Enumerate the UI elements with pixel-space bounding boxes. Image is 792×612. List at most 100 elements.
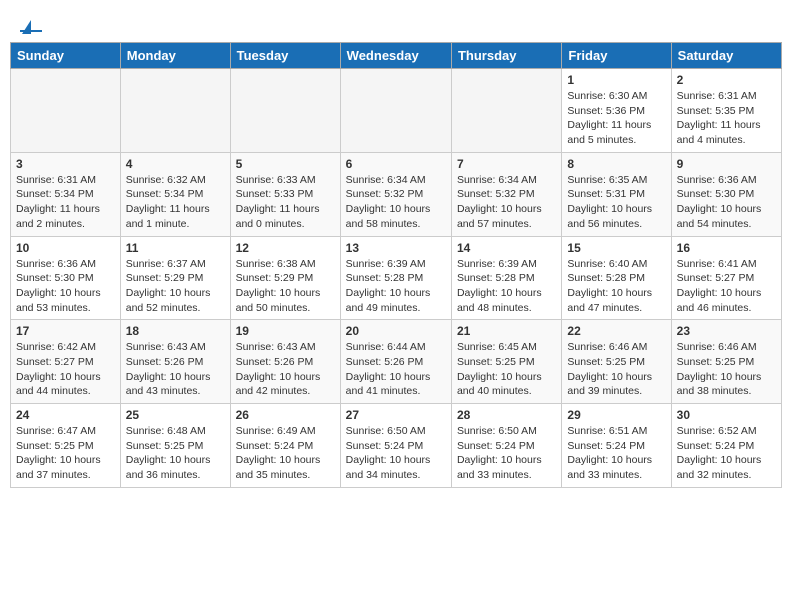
day-number: 15 xyxy=(567,241,665,255)
calendar-cell: 18 Sunrise: 6:43 AMSunset: 5:26 PMDayligh… xyxy=(120,320,230,404)
weekday-header-wednesday: Wednesday xyxy=(340,43,451,69)
day-number: 5 xyxy=(236,157,335,171)
day-info: Sunrise: 6:40 AMSunset: 5:28 PMDaylight:… xyxy=(567,257,665,316)
day-number: 18 xyxy=(126,324,225,338)
weekday-header-tuesday: Tuesday xyxy=(230,43,340,69)
weekday-header-row: SundayMondayTuesdayWednesdayThursdayFrid… xyxy=(11,43,782,69)
day-info: Sunrise: 6:44 AMSunset: 5:26 PMDaylight:… xyxy=(346,340,446,399)
calendar-cell: 14 Sunrise: 6:39 AMSunset: 5:28 PMDayligh… xyxy=(451,236,561,320)
day-info: Sunrise: 6:41 AMSunset: 5:27 PMDaylight:… xyxy=(677,257,776,316)
day-info: Sunrise: 6:33 AMSunset: 5:33 PMDaylight:… xyxy=(236,173,335,232)
day-number: 16 xyxy=(677,241,776,255)
weekday-header-saturday: Saturday xyxy=(671,43,781,69)
day-number: 29 xyxy=(567,408,665,422)
calendar-cell: 19Sunrise: 6:43 AMSunset: 5:26 PMDayligh… xyxy=(230,320,340,404)
day-info: Sunrise: 6:34 AMSunset: 5:32 PMDaylight:… xyxy=(457,173,556,232)
day-number: 24 xyxy=(16,408,115,422)
day-info: Sunrise: 6:52 AMSunset: 5:24 PMDaylight:… xyxy=(677,424,776,483)
day-info: Sunrise: 6:37 AMSunset: 5:29 PMDaylight:… xyxy=(126,257,225,316)
calendar-cell: 27 Sunrise: 6:50 AMSunset: 5:24 PMDayligh… xyxy=(340,404,451,488)
calendar-cell: 6 Sunrise: 6:34 AMSunset: 5:32 PMDaylight… xyxy=(340,152,451,236)
calendar-cell: 26 Sunrise: 6:49 AMSunset: 5:24 PMDayligh… xyxy=(230,404,340,488)
calendar-cell: 5 Sunrise: 6:33 AMSunset: 5:33 PMDaylight… xyxy=(230,152,340,236)
calendar-cell: 29 Sunrise: 6:51 AMSunset: 5:24 PMDayligh… xyxy=(562,404,671,488)
day-info: Sunrise: 6:32 AMSunset: 5:34 PMDaylight:… xyxy=(126,173,225,232)
day-number: 4 xyxy=(126,157,225,171)
day-info: Sunrise: 6:43 AMSunset: 5:26 PMDaylight:… xyxy=(126,340,225,399)
calendar-cell: 24 Sunrise: 6:47 AMSunset: 5:25 PMDayligh… xyxy=(11,404,121,488)
day-number: 10 xyxy=(16,241,115,255)
day-info: Sunrise: 6:31 AMSunset: 5:34 PMDaylight:… xyxy=(16,173,115,232)
week-row-2: 3Sunrise: 6:31 AMSunset: 5:34 PMDaylight… xyxy=(11,152,782,236)
day-number: 28 xyxy=(457,408,556,422)
week-row-3: 10Sunrise: 6:36 AMSunset: 5:30 PMDayligh… xyxy=(11,236,782,320)
day-number: 13 xyxy=(346,241,446,255)
calendar-cell: 13 Sunrise: 6:39 AMSunset: 5:28 PMDayligh… xyxy=(340,236,451,320)
day-info: Sunrise: 6:50 AMSunset: 5:24 PMDaylight:… xyxy=(346,424,446,483)
day-number: 20 xyxy=(346,324,446,338)
calendar-cell: 25 Sunrise: 6:48 AMSunset: 5:25 PMDayligh… xyxy=(120,404,230,488)
day-info: Sunrise: 6:46 AMSunset: 5:25 PMDaylight:… xyxy=(567,340,665,399)
calendar-cell: 11 Sunrise: 6:37 AMSunset: 5:29 PMDayligh… xyxy=(120,236,230,320)
day-number: 25 xyxy=(126,408,225,422)
calendar-cell: 17Sunrise: 6:42 AMSunset: 5:27 PMDayligh… xyxy=(11,320,121,404)
day-number: 30 xyxy=(677,408,776,422)
calendar-cell: 2 Sunrise: 6:31 AMSunset: 5:35 PMDaylight… xyxy=(671,69,781,153)
day-number: 19 xyxy=(236,324,335,338)
calendar-table: SundayMondayTuesdayWednesdayThursdayFrid… xyxy=(10,42,782,488)
calendar-cell: 8 Sunrise: 6:35 AMSunset: 5:31 PMDaylight… xyxy=(562,152,671,236)
day-number: 14 xyxy=(457,241,556,255)
day-info: Sunrise: 6:49 AMSunset: 5:24 PMDaylight:… xyxy=(236,424,335,483)
day-number: 17 xyxy=(16,324,115,338)
calendar-cell: 15 Sunrise: 6:40 AMSunset: 5:28 PMDayligh… xyxy=(562,236,671,320)
day-number: 22 xyxy=(567,324,665,338)
calendar-cell: 23 Sunrise: 6:46 AMSunset: 5:25 PMDayligh… xyxy=(671,320,781,404)
day-info: Sunrise: 6:31 AMSunset: 5:35 PMDaylight:… xyxy=(677,89,776,148)
week-row-1: 1 Sunrise: 6:30 AMSunset: 5:36 PMDaylight… xyxy=(11,69,782,153)
day-number: 7 xyxy=(457,157,556,171)
day-number: 26 xyxy=(236,408,335,422)
day-number: 9 xyxy=(677,157,776,171)
day-info: Sunrise: 6:47 AMSunset: 5:25 PMDaylight:… xyxy=(16,424,115,483)
day-info: Sunrise: 6:38 AMSunset: 5:29 PMDaylight:… xyxy=(236,257,335,316)
calendar-cell: 3Sunrise: 6:31 AMSunset: 5:34 PMDaylight… xyxy=(11,152,121,236)
week-row-5: 24 Sunrise: 6:47 AMSunset: 5:25 PMDayligh… xyxy=(11,404,782,488)
calendar-cell: 16 Sunrise: 6:41 AMSunset: 5:27 PMDayligh… xyxy=(671,236,781,320)
calendar-page: SundayMondayTuesdayWednesdayThursdayFrid… xyxy=(10,10,782,488)
day-number: 8 xyxy=(567,157,665,171)
day-info: Sunrise: 6:51 AMSunset: 5:24 PMDaylight:… xyxy=(567,424,665,483)
weekday-header-thursday: Thursday xyxy=(451,43,561,69)
day-info: Sunrise: 6:30 AMSunset: 5:36 PMDaylight:… xyxy=(567,89,665,148)
day-info: Sunrise: 6:50 AMSunset: 5:24 PMDaylight:… xyxy=(457,424,556,483)
logo-line-icon xyxy=(20,30,42,32)
calendar-cell: 12 Sunrise: 6:38 AMSunset: 5:29 PMDayligh… xyxy=(230,236,340,320)
calendar-cell xyxy=(340,69,451,153)
day-info: Sunrise: 6:45 AMSunset: 5:25 PMDaylight:… xyxy=(457,340,556,399)
calendar-cell: 10Sunrise: 6:36 AMSunset: 5:30 PMDayligh… xyxy=(11,236,121,320)
calendar-cell: 4 Sunrise: 6:32 AMSunset: 5:34 PMDaylight… xyxy=(120,152,230,236)
day-number: 12 xyxy=(236,241,335,255)
day-info: Sunrise: 6:39 AMSunset: 5:28 PMDaylight:… xyxy=(346,257,446,316)
calendar-cell xyxy=(11,69,121,153)
day-info: Sunrise: 6:36 AMSunset: 5:30 PMDaylight:… xyxy=(677,173,776,232)
day-number: 2 xyxy=(677,73,776,87)
day-number: 27 xyxy=(346,408,446,422)
day-number: 23 xyxy=(677,324,776,338)
calendar-cell xyxy=(120,69,230,153)
day-number: 11 xyxy=(126,241,225,255)
calendar-cell: 28 Sunrise: 6:50 AMSunset: 5:24 PMDayligh… xyxy=(451,404,561,488)
weekday-header-monday: Monday xyxy=(120,43,230,69)
calendar-cell: 9 Sunrise: 6:36 AMSunset: 5:30 PMDaylight… xyxy=(671,152,781,236)
calendar-cell: 22 Sunrise: 6:46 AMSunset: 5:25 PMDayligh… xyxy=(562,320,671,404)
week-row-4: 17Sunrise: 6:42 AMSunset: 5:27 PMDayligh… xyxy=(11,320,782,404)
calendar-cell: 21Sunrise: 6:45 AMSunset: 5:25 PMDayligh… xyxy=(451,320,561,404)
day-info: Sunrise: 6:48 AMSunset: 5:25 PMDaylight:… xyxy=(126,424,225,483)
logo xyxy=(20,20,44,32)
calendar-cell xyxy=(230,69,340,153)
day-info: Sunrise: 6:46 AMSunset: 5:25 PMDaylight:… xyxy=(677,340,776,399)
day-info: Sunrise: 6:34 AMSunset: 5:32 PMDaylight:… xyxy=(346,173,446,232)
day-info: Sunrise: 6:39 AMSunset: 5:28 PMDaylight:… xyxy=(457,257,556,316)
day-number: 6 xyxy=(346,157,446,171)
day-info: Sunrise: 6:35 AMSunset: 5:31 PMDaylight:… xyxy=(567,173,665,232)
day-number: 1 xyxy=(567,73,665,87)
